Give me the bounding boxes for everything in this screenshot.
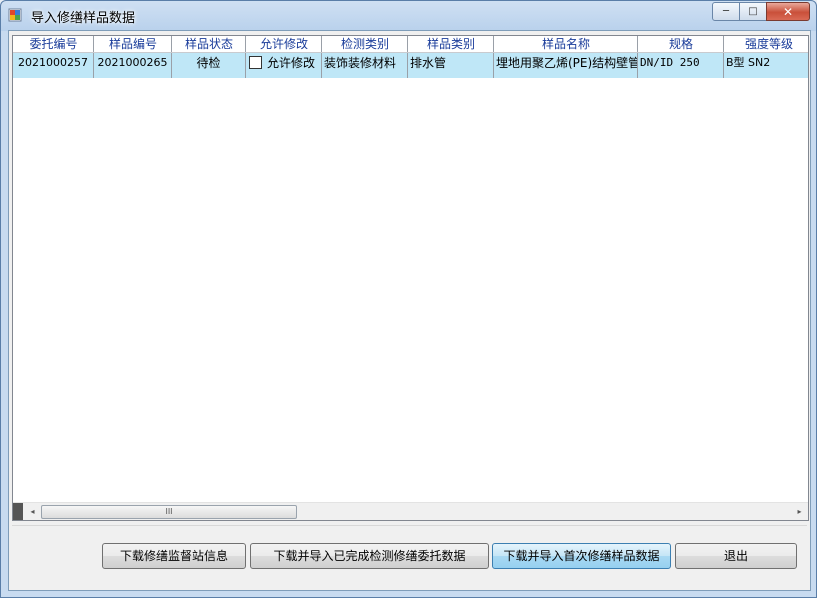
column-header-strength-grade[interactable]: 强度等级: [724, 36, 808, 52]
grid-viewport: 委托编号 样品编号 样品状态 允许修改 检测类别 样品类别 样品名称 规格 强度…: [13, 36, 808, 499]
download-supervision-info-button[interactable]: 下载修缮监督站信息: [102, 543, 246, 569]
title-bar[interactable]: 导入修缮样品数据 ─ □ ✕: [1, 1, 816, 29]
scroll-right-arrow-icon[interactable]: ▸: [791, 503, 808, 520]
column-header-sample-status[interactable]: 样品状态: [172, 36, 246, 52]
horizontal-scrollbar[interactable]: ◂ III ▸: [13, 502, 808, 520]
allow-edit-label: 允许修改: [267, 56, 316, 70]
scrollbar-thumb[interactable]: III: [41, 505, 297, 519]
cell-sample-no: 2021000265: [94, 53, 172, 78]
column-header-sample-category[interactable]: 样品类别: [408, 36, 494, 52]
grid-header: 委托编号 样品编号 样品状态 允许修改 检测类别 样品类别 样品名称 规格 强度…: [13, 36, 808, 53]
download-import-first-samples-button[interactable]: 下载并导入首次修缮样品数据: [492, 543, 671, 569]
column-header-sample-name[interactable]: 样品名称: [494, 36, 638, 52]
column-header-commission-no[interactable]: 委托编号: [13, 36, 94, 52]
exit-button[interactable]: 退出: [675, 543, 797, 569]
cell-sample-name: 埋地用聚乙烯(PE)结构壁管: [494, 53, 638, 78]
divider: [12, 525, 807, 526]
column-header-test-category[interactable]: 检测类别: [322, 36, 408, 52]
maximize-button[interactable]: □: [739, 2, 767, 21]
download-import-completed-button[interactable]: 下载并导入已完成检测修缮委托数据: [250, 543, 489, 569]
cell-allow-edit: 允许修改: [246, 53, 322, 78]
app-icon: [8, 8, 22, 22]
row-header-marker: [13, 503, 23, 520]
data-grid[interactable]: 委托编号 样品编号 样品状态 允许修改 检测类别 样品类别 样品名称 规格 强度…: [12, 35, 809, 521]
cell-commission-no: 2021000257: [13, 53, 94, 78]
cell-sample-status: 待检: [172, 53, 246, 78]
table-row[interactable]: 2021000257 2021000265 待检 允许修改 装饰装修材料 排水管…: [13, 53, 808, 78]
scroll-left-arrow-icon[interactable]: ◂: [24, 503, 41, 520]
cell-test-category: 装饰装修材料: [322, 53, 408, 78]
cell-spec: DN/ID 250: [638, 53, 724, 78]
column-header-spec[interactable]: 规格: [638, 36, 724, 52]
app-window: 导入修缮样品数据 ─ □ ✕ 委托编号 样品编号 样品状态 允许修改 检测类别 …: [0, 0, 817, 598]
cell-strength-grade: B型 SN2: [724, 53, 808, 78]
allow-edit-checkbox[interactable]: [249, 56, 262, 69]
close-button[interactable]: ✕: [766, 2, 810, 21]
column-header-sample-no[interactable]: 样品编号: [94, 36, 172, 52]
window-controls: ─ □ ✕: [712, 2, 810, 21]
client-area: 委托编号 样品编号 样品状态 允许修改 检测类别 样品类别 样品名称 规格 强度…: [8, 30, 811, 591]
window-title: 导入修缮样品数据: [31, 11, 136, 26]
column-header-allow-edit[interactable]: 允许修改: [246, 36, 322, 52]
cell-sample-category: 排水管: [408, 53, 494, 78]
minimize-button[interactable]: ─: [712, 2, 740, 21]
